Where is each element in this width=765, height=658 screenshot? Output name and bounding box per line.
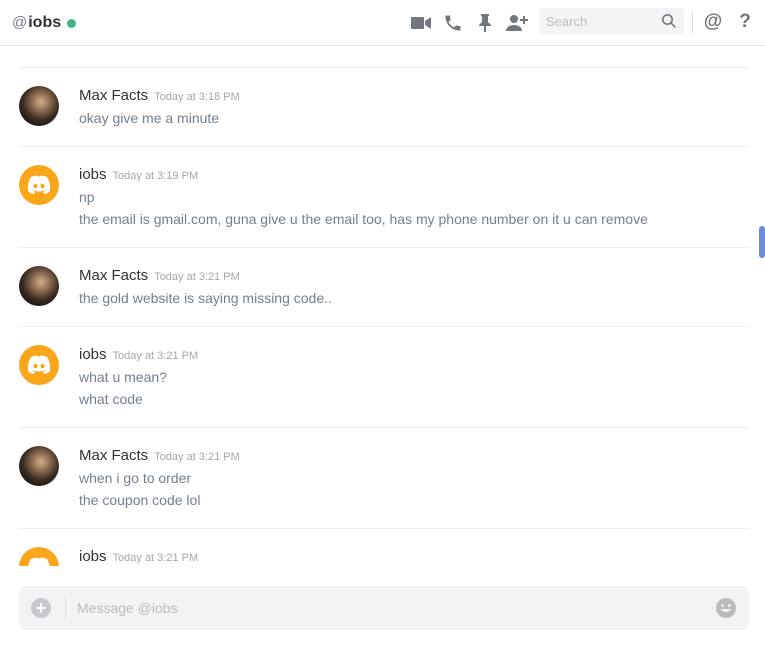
add-friend-icon[interactable] <box>501 7 533 39</box>
discord-logo-icon <box>27 355 51 374</box>
header-divider <box>692 11 693 33</box>
mentions-button[interactable]: @ <box>700 7 726 37</box>
composer-divider <box>65 597 66 619</box>
message-divider <box>19 326 749 327</box>
message-divider <box>19 427 749 428</box>
channel-name: iobs <box>28 13 62 31</box>
scrollbar-thumb[interactable] <box>759 226 765 258</box>
avatar[interactable] <box>19 446 59 486</box>
at-icon: @ <box>703 11 723 32</box>
message-group: Max Facts Today at 3:21 PM the gold websi… <box>19 266 749 306</box>
discord-logo-icon <box>28 557 50 566</box>
message-text: what code <box>79 391 143 407</box>
help-button[interactable]: ? <box>732 7 758 37</box>
message-text: the gold website is saying missing code.… <box>79 290 332 306</box>
message-timestamp: Today at 3:21 PM <box>112 350 199 362</box>
message-group: Max Facts Today at 3:18 PM okay give me a… <box>19 86 749 126</box>
message-author[interactable]: iobs <box>79 346 107 363</box>
message-author[interactable]: iobs <box>79 548 107 565</box>
message-text: when i go to order <box>79 470 192 486</box>
message-timestamp: Today at 3:21 PM <box>154 271 240 283</box>
search-icon <box>662 14 676 28</box>
message-divider <box>19 528 749 529</box>
message-divider <box>19 247 749 248</box>
message-input[interactable] <box>77 594 677 622</box>
avatar[interactable] <box>19 345 59 385</box>
header-toolbar <box>405 0 533 46</box>
message-list[interactable]: Max Facts Today at 3:18 PM okay give me a… <box>0 46 765 566</box>
emoji-icon[interactable] <box>715 597 737 619</box>
message-text: okay give me a minute <box>79 110 220 126</box>
message-text: what u mean? <box>79 369 167 385</box>
message-group: Max Facts Today at 3:21 PM when i go to o… <box>19 446 749 508</box>
video-call-icon[interactable] <box>405 7 437 39</box>
message-timestamp: Today at 3:21 PM <box>154 451 240 463</box>
message-timestamp: Today at 3:18 PM <box>154 91 240 103</box>
message-author[interactable]: Max Facts <box>79 447 148 464</box>
online-status-icon <box>67 18 77 28</box>
discord-logo-icon <box>27 175 51 194</box>
message-divider <box>19 146 749 147</box>
pin-icon[interactable] <box>469 7 501 39</box>
message-text: np <box>79 189 95 205</box>
message-timestamp: Today at 3:21 PM <box>112 552 199 564</box>
help-icon: ? <box>739 11 751 32</box>
message-composer: + <box>19 586 749 630</box>
message-group: iobs Today at 3:21 PM what u mean? what c… <box>19 345 749 407</box>
message-divider <box>19 67 749 68</box>
message-author[interactable]: Max Facts <box>79 87 148 104</box>
message-author[interactable]: iobs <box>79 166 107 183</box>
message-group: iobs Today at 3:19 PM np the email is gma… <box>19 165 749 227</box>
message-author[interactable]: Max Facts <box>79 267 148 284</box>
scrollbar[interactable] <box>757 46 765 566</box>
message-group: iobs Today at 3:21 PM <box>19 547 749 566</box>
channel-title: @ iobs <box>12 13 77 32</box>
avatar[interactable] <box>19 547 59 566</box>
avatar[interactable] <box>19 86 59 126</box>
message-text: the email is gmail.com, guna give u the … <box>79 211 648 227</box>
search-placeholder: Search <box>546 13 588 29</box>
upload-button[interactable]: + <box>31 598 51 618</box>
message-timestamp: Today at 3:19 PM <box>112 170 199 182</box>
message-text: the coupon code lol <box>79 492 201 508</box>
at-symbol: @ <box>12 14 28 31</box>
avatar[interactable] <box>19 165 59 205</box>
avatar[interactable] <box>19 266 59 306</box>
voice-call-icon[interactable] <box>437 7 469 39</box>
search-input[interactable]: Search <box>539 8 684 34</box>
